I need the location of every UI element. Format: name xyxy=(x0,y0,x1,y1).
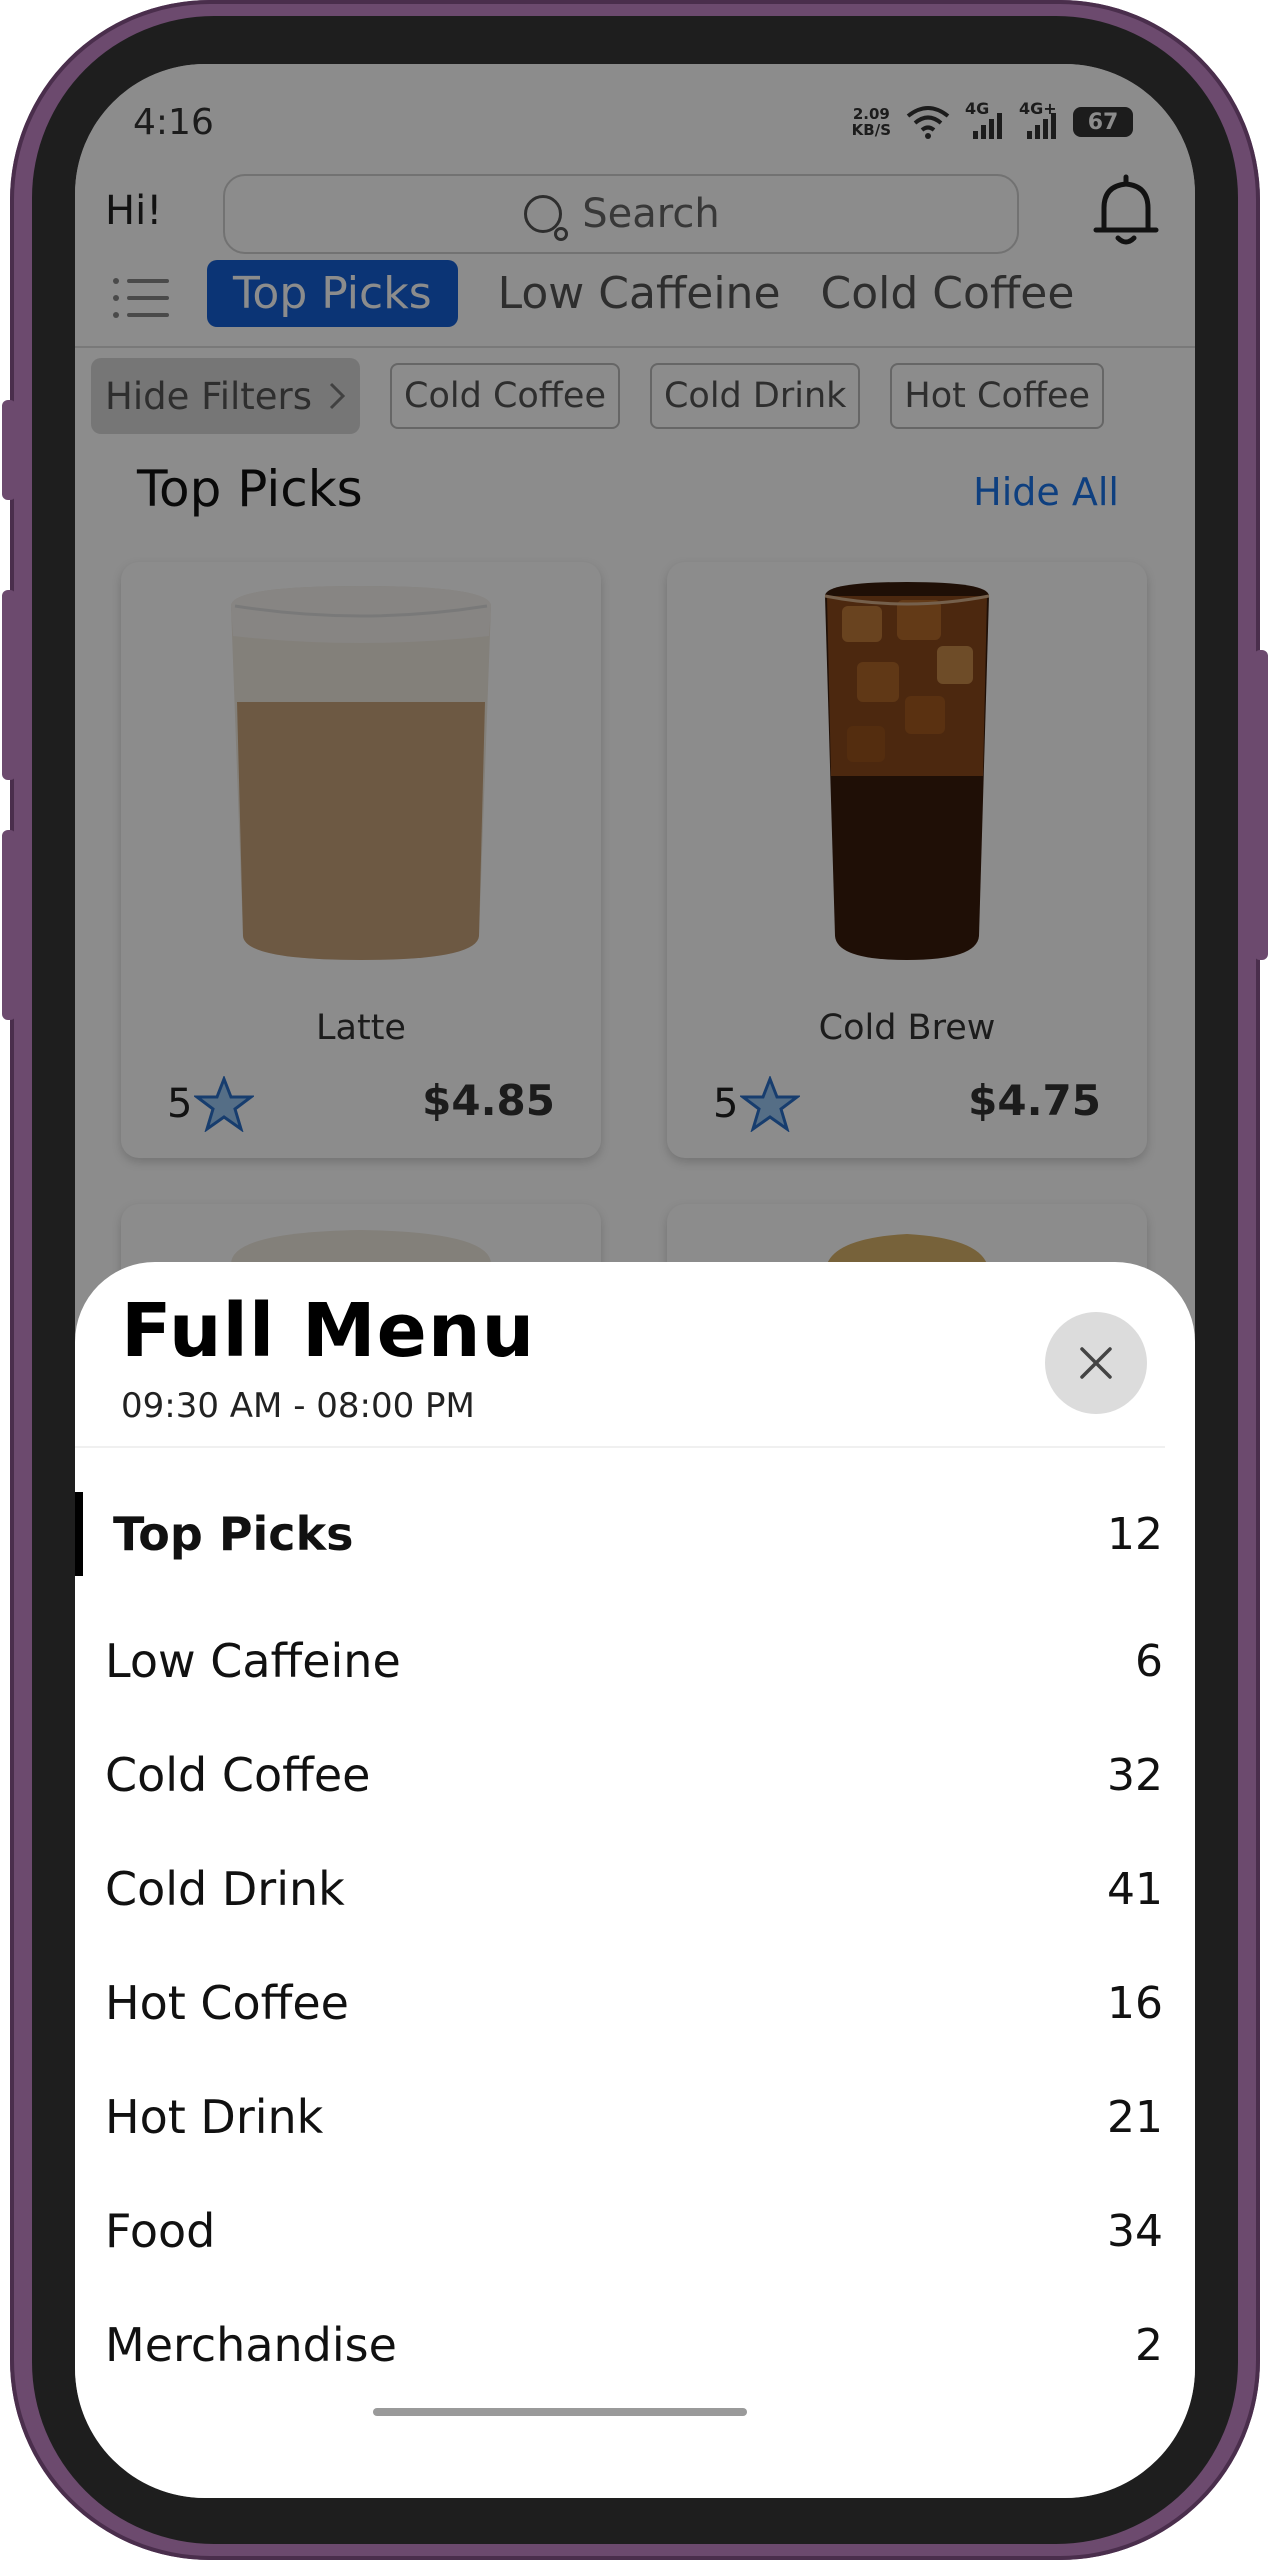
category-name: Cold Coffee xyxy=(105,1748,371,1802)
divider xyxy=(75,1446,1165,1448)
category-count: 34 xyxy=(1107,2205,1163,2257)
category-count: 2 xyxy=(1135,2319,1163,2371)
sheet-title: Full Menu xyxy=(121,1288,536,1374)
close-button[interactable] xyxy=(1045,1312,1147,1414)
category-count: 21 xyxy=(1107,2091,1163,2143)
phone-side-button xyxy=(2,400,16,500)
category-name: Hot Drink xyxy=(105,2090,324,2144)
category-item-cold-drink[interactable]: Cold Drink 41 xyxy=(75,1847,1195,1931)
category-count: 41 xyxy=(1107,1863,1163,1915)
phone-side-button xyxy=(1254,650,1268,960)
category-name: Low Caffeine xyxy=(105,1634,401,1688)
category-item-hot-coffee[interactable]: Hot Coffee 16 xyxy=(75,1961,1195,2045)
category-item-top-picks[interactable]: Top Picks 12 xyxy=(75,1492,1195,1576)
home-indicator[interactable] xyxy=(373,2408,747,2416)
category-item-hot-drink[interactable]: Hot Drink 21 xyxy=(75,2075,1195,2159)
phone-side-button xyxy=(2,830,16,1020)
category-count: 12 xyxy=(1107,1508,1163,1560)
category-item-low-caffeine[interactable]: Low Caffeine 6 xyxy=(75,1619,1195,1703)
category-name: Hot Coffee xyxy=(105,1976,349,2030)
category-name: Merchandise xyxy=(105,2318,397,2372)
category-item-merchandise[interactable]: Merchandise 2 xyxy=(75,2303,1195,2387)
category-name: Food xyxy=(105,2204,216,2258)
close-icon xyxy=(1080,1347,1112,1379)
screen: 4:16 2.09 KB/S 4G 4G+ 67 Hi! Search Top … xyxy=(75,64,1195,2498)
category-count: 32 xyxy=(1107,1749,1163,1801)
opening-hours: 09:30 AM - 08:00 PM xyxy=(121,1386,475,1426)
category-item-cold-coffee[interactable]: Cold Coffee 32 xyxy=(75,1733,1195,1817)
active-indicator xyxy=(75,1492,83,1576)
category-name: Cold Drink xyxy=(105,1862,345,1916)
category-count: 16 xyxy=(1107,1977,1163,2029)
full-menu-sheet: Full Menu 09:30 AM - 08:00 PM Top Picks … xyxy=(75,1262,1195,2498)
category-count: 6 xyxy=(1135,1635,1163,1687)
phone-side-button xyxy=(2,590,16,780)
category-item-food[interactable]: Food 34 xyxy=(75,2189,1195,2273)
category-name: Top Picks xyxy=(113,1507,354,1561)
